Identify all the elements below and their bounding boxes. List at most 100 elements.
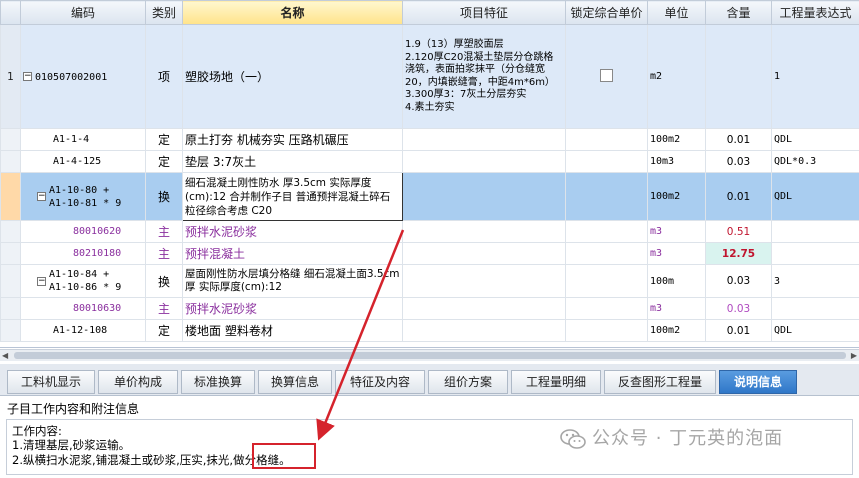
row-expr[interactable]: 3 <box>771 264 859 298</box>
table-row[interactable]: A1-4-125 定 垫层 3:7灰土 10m3 0.03 QDL*0.3 <box>0 150 859 173</box>
collapse-icon[interactable]: − <box>37 192 46 201</box>
wechat-icon <box>560 429 586 449</box>
row-number <box>0 242 21 265</box>
row-code[interactable]: A1-12-108 <box>20 319 146 342</box>
row-code[interactable]: −010507002001 <box>20 24 146 129</box>
table-row-selected[interactable]: −A1-10-80 + A1-10-81 * 9 换 细石混凝土刚性防水 厚3.… <box>0 172 859 221</box>
row-feature[interactable] <box>402 172 566 221</box>
row-expr[interactable] <box>771 220 859 243</box>
col-header-lock-price[interactable]: 锁定综合单价 <box>565 0 648 25</box>
row-unit: 100m2 <box>647 128 706 151</box>
row-type: 主 <box>145 297 183 320</box>
row-number <box>0 297 21 320</box>
row-name[interactable]: 预拌混凝土 <box>182 242 403 265</box>
work-content-line-2: 2.纵横扫水泥浆,铺混凝土或砂浆,压实,抹光,做分格缝。 <box>12 453 291 467</box>
table-row[interactable]: 1 −010507002001 项 塑胶场地（一） 1.9（13）厚塑胶面层 2… <box>0 24 859 129</box>
row-code[interactable]: −A1-10-84 + A1-10-86 * 9 <box>20 264 146 298</box>
row-code[interactable]: 80010630 <box>20 297 146 320</box>
col-header-feature[interactable]: 项目特征 <box>402 0 566 25</box>
row-feature[interactable] <box>402 128 566 151</box>
tab-features-content[interactable]: 特征及内容 <box>335 370 425 394</box>
col-header-unit[interactable]: 单位 <box>647 0 706 25</box>
row-unit: m2 <box>647 24 706 129</box>
col-header-type[interactable]: 类别 <box>145 0 183 25</box>
row-expr[interactable] <box>771 297 859 320</box>
table-row[interactable]: A1-1-4 定 原土打夯 机械夯实 压路机碾压 100m2 0.01 QDL <box>0 128 859 151</box>
row-expr[interactable] <box>771 242 859 265</box>
row-number <box>0 220 21 243</box>
row-lock <box>565 242 648 265</box>
row-code[interactable]: 80010620 <box>20 220 146 243</box>
row-lock <box>565 128 648 151</box>
row-feature[interactable]: 1.9（13）厚塑胶面层 2.120厚C20混凝土垫层分仓跳格浇筑，表面拍浆抹平… <box>402 24 566 129</box>
row-name[interactable]: 预拌水泥砂浆 <box>182 220 403 243</box>
scroll-thumb[interactable] <box>14 352 846 359</box>
col-header-qty[interactable]: 含量 <box>705 0 772 25</box>
row-number <box>0 319 21 342</box>
row-lock <box>565 172 648 221</box>
row-code[interactable]: A1-1-4 <box>20 128 146 151</box>
row-feature[interactable] <box>402 264 566 298</box>
scroll-left-icon[interactable]: ◀ <box>2 351 8 360</box>
row-code[interactable]: −A1-10-80 + A1-10-81 * 9 <box>20 172 146 221</box>
col-header-name[interactable]: 名称 <box>182 0 403 25</box>
watermark-text: 公众号 · 丁元英的泡面 <box>592 428 784 449</box>
row-name[interactable]: 塑胶场地（一） <box>182 24 403 129</box>
table-row[interactable]: −A1-10-84 + A1-10-86 * 9 换 屋面刚性防水层填分格缝 细… <box>0 264 859 298</box>
row-unit: m3 <box>647 220 706 243</box>
grid-header: 编码 类别 名称 项目特征 锁定综合单价 单位 含量 工程量表达式 <box>0 0 859 25</box>
row-qty: 0.03 <box>705 150 772 173</box>
row-name-editor[interactable]: 细石混凝土刚性防水 厚3.5cm 实际厚度(cm):12 合并制作子目 普通预拌… <box>182 172 403 221</box>
row-type: 主 <box>145 220 183 243</box>
horizontal-scrollbar[interactable]: ◀ ▶ <box>0 349 859 361</box>
row-number <box>0 264 21 298</box>
row-expr[interactable]: QDL <box>771 172 859 221</box>
row-number <box>0 172 21 221</box>
table-row[interactable]: A1-12-108 定 楼地面 塑料卷材 100m2 0.01 QDL <box>0 319 859 342</box>
row-expr[interactable]: 1 <box>771 24 859 129</box>
tab-quantity-detail[interactable]: 工程量明细 <box>511 370 601 394</box>
row-qty: 0.03 <box>705 297 772 320</box>
row-name[interactable]: 屋面刚性防水层填分格缝 细石混凝土面3.5cm厚 实际厚度(cm):12 <box>182 264 403 298</box>
row-unit: 10m3 <box>647 150 706 173</box>
scroll-right-icon[interactable]: ▶ <box>851 351 857 360</box>
row-expr[interactable]: QDL*0.3 <box>771 150 859 173</box>
row-code[interactable]: 80210180 <box>20 242 146 265</box>
collapse-icon[interactable]: − <box>37 276 46 286</box>
table-row[interactable]: 80010630 主 预拌水泥砂浆 m3 0.03 <box>0 297 859 320</box>
tab-reverse-lookup[interactable]: 反查图形工程量 <box>604 370 716 394</box>
row-type: 项 <box>145 24 183 129</box>
row-feature[interactable] <box>402 150 566 173</box>
row-expr[interactable]: QDL <box>771 128 859 151</box>
row-feature[interactable] <box>402 297 566 320</box>
row-type: 换 <box>145 264 183 298</box>
row-code[interactable]: A1-4-125 <box>20 150 146 173</box>
row-feature[interactable] <box>402 319 566 342</box>
lock-price-checkbox[interactable] <box>600 68 613 82</box>
row-number <box>0 128 21 151</box>
row-name[interactable]: 垫层 3:7灰土 <box>182 150 403 173</box>
row-feature[interactable] <box>402 220 566 243</box>
row-name[interactable]: 预拌水泥砂浆 <box>182 297 403 320</box>
work-content-line-1: 1.清理基层,砂浆运输。 <box>12 438 131 452</box>
col-header-code[interactable]: 编码 <box>20 0 146 25</box>
tab-material-display[interactable]: 工料机显示 <box>7 370 95 394</box>
row-lock <box>565 220 648 243</box>
table-row[interactable]: 80010620 主 预拌水泥砂浆 m3 0.51 <box>0 220 859 243</box>
tab-pricing-scheme[interactable]: 组价方案 <box>428 370 508 394</box>
tab-conversion-info[interactable]: 换算信息 <box>258 370 332 394</box>
row-name[interactable]: 原土打夯 机械夯实 压路机碾压 <box>182 128 403 151</box>
row-feature[interactable] <box>402 242 566 265</box>
tab-unit-price[interactable]: 单价构成 <box>98 370 178 394</box>
tab-standard-conversion[interactable]: 标准换算 <box>181 370 255 394</box>
col-header-expr[interactable]: 工程量表达式 <box>771 0 859 25</box>
row-unit: 100m <box>647 264 706 298</box>
col-header-index[interactable] <box>0 0 21 25</box>
collapse-icon[interactable]: − <box>23 72 32 81</box>
table-row[interactable]: 80210180 主 预拌混凝土 m3 12.75 <box>0 242 859 265</box>
row-expr[interactable]: QDL <box>771 319 859 342</box>
row-name[interactable]: 楼地面 塑料卷材 <box>182 319 403 342</box>
tab-description-info[interactable]: 说明信息 <box>719 370 797 394</box>
highlight-box <box>252 443 316 469</box>
row-unit: m3 <box>647 297 706 320</box>
